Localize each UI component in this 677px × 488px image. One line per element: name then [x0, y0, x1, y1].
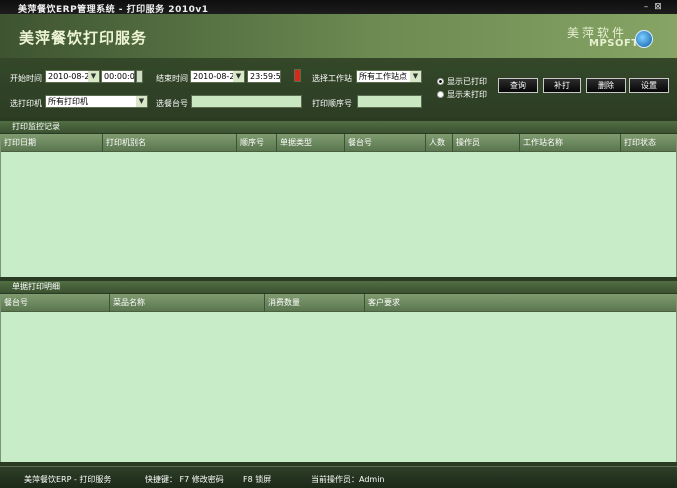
workstation-value: 所有工作站点: [359, 72, 407, 81]
radio-selected-icon: [437, 78, 444, 85]
mpsoft-logo: 美萍软件 MPSOFT: [565, 24, 655, 54]
start-time-spinner[interactable]: [136, 70, 143, 83]
status-shortcut: 快捷键： F7 修改密码: [145, 475, 224, 484]
chevron-down-icon[interactable]: ▼: [88, 71, 99, 82]
col-detail-table-number[interactable]: 餐台号: [1, 294, 110, 312]
printer-value: 所有打印机: [48, 97, 88, 106]
chevron-down-icon[interactable]: ▼: [233, 71, 244, 82]
print-order-label: 打印顺序号: [312, 99, 352, 108]
col-doc-type[interactable]: 单据类型: [277, 134, 345, 152]
delete-button[interactable]: 删除: [586, 78, 626, 93]
end-time-spinner[interactable]: [294, 69, 301, 82]
col-quantity[interactable]: 消费数量: [265, 294, 365, 312]
status-bar: 美萍餐饮ERP - 打印服务 快捷键： F7 修改密码 F8 锁屏 当前操作员：…: [0, 466, 677, 488]
detail-section-title: 单据打印明细: [0, 281, 677, 293]
reprint-button[interactable]: 补打: [543, 78, 581, 93]
col-customer-request[interactable]: 客户要求: [365, 294, 676, 312]
start-time-value: 00:00:01: [104, 72, 135, 81]
query-button[interactable]: 查询: [498, 78, 538, 93]
col-guests[interactable]: 人数: [426, 134, 453, 152]
close-button[interactable]: ⊠: [653, 2, 663, 12]
table-number-input[interactable]: [191, 95, 302, 108]
end-time-label: 结束时间: [156, 74, 188, 83]
printer-label: 选打印机: [10, 99, 42, 108]
monitor-section-title: 打印监控记录: [0, 121, 677, 133]
end-time-value: 23:59:59: [250, 72, 281, 81]
col-operator[interactable]: 操作员: [453, 134, 520, 152]
status-operator: 当前操作员：Admin: [311, 475, 385, 484]
monitor-grid[interactable]: 打印日期 打印机别名 顺序号 单据类型 餐台号 人数 操作员 工作站名称 打印状…: [0, 134, 677, 277]
banner-title: 美萍餐饮打印服务: [19, 29, 148, 47]
start-date-picker[interactable]: 2010-08-26 ▼: [45, 70, 100, 83]
settings-button[interactable]: 设置: [629, 78, 669, 93]
filter-panel: 开始时间 2010-08-26 ▼ 00:00:01 结束时间 2010-08-…: [0, 58, 677, 118]
start-time-field[interactable]: 00:00:01: [101, 70, 135, 83]
end-date-picker[interactable]: 2010-08-26 ▼: [190, 70, 245, 83]
minimize-button[interactable]: –: [641, 2, 651, 12]
title-bar: 美萍餐饮ERP管理系统 - 打印服务 2010v1 – ⊠: [0, 0, 677, 15]
print-order-input[interactable]: [357, 95, 422, 108]
end-time-field[interactable]: 23:59:59: [247, 70, 281, 83]
start-time-label: 开始时间: [10, 74, 42, 83]
col-print-date[interactable]: 打印日期: [1, 134, 103, 152]
col-print-status[interactable]: 打印状态: [621, 134, 676, 152]
status-app-name: 美萍餐饮ERP - 打印服务: [24, 475, 112, 484]
col-workstation[interactable]: 工作站名称: [520, 134, 621, 152]
col-table-number[interactable]: 餐台号: [345, 134, 426, 152]
chevron-down-icon[interactable]: ▼: [136, 96, 147, 107]
status-lock-shortcut: F8 锁屏: [243, 475, 272, 484]
col-dish-name[interactable]: 菜品名称: [110, 294, 265, 312]
workstation-label: 选择工作站: [312, 74, 352, 83]
radio-show-unprinted[interactable]: 显示未打印: [437, 89, 487, 100]
radio-show-unprinted-label: 显示未打印: [447, 90, 487, 99]
monitor-grid-header: 打印日期 打印机别名 顺序号 单据类型 餐台号 人数 操作员 工作站名称 打印状…: [1, 134, 676, 152]
radio-show-printed-label: 显示已打印: [447, 77, 487, 86]
chevron-down-icon[interactable]: ▼: [410, 71, 421, 82]
detail-grid[interactable]: 餐台号 菜品名称 消费数量 客户要求: [0, 294, 677, 462]
radio-unselected-icon: [437, 91, 444, 98]
radio-show-printed[interactable]: 显示已打印: [437, 76, 487, 87]
app-banner: 美萍餐饮打印服务 美萍软件 MPSOFT: [0, 14, 677, 58]
col-printer-alias[interactable]: 打印机别名: [103, 134, 237, 152]
col-sequence[interactable]: 顺序号: [237, 134, 277, 152]
detail-grid-header: 餐台号 菜品名称 消费数量 客户要求: [1, 294, 676, 312]
workstation-select[interactable]: 所有工作站点 ▼: [356, 70, 422, 83]
globe-icon: [635, 30, 653, 48]
table-number-label: 选餐台号: [156, 99, 188, 108]
printer-select[interactable]: 所有打印机 ▼: [45, 95, 148, 108]
logo-english: MPSOFT: [589, 38, 639, 49]
